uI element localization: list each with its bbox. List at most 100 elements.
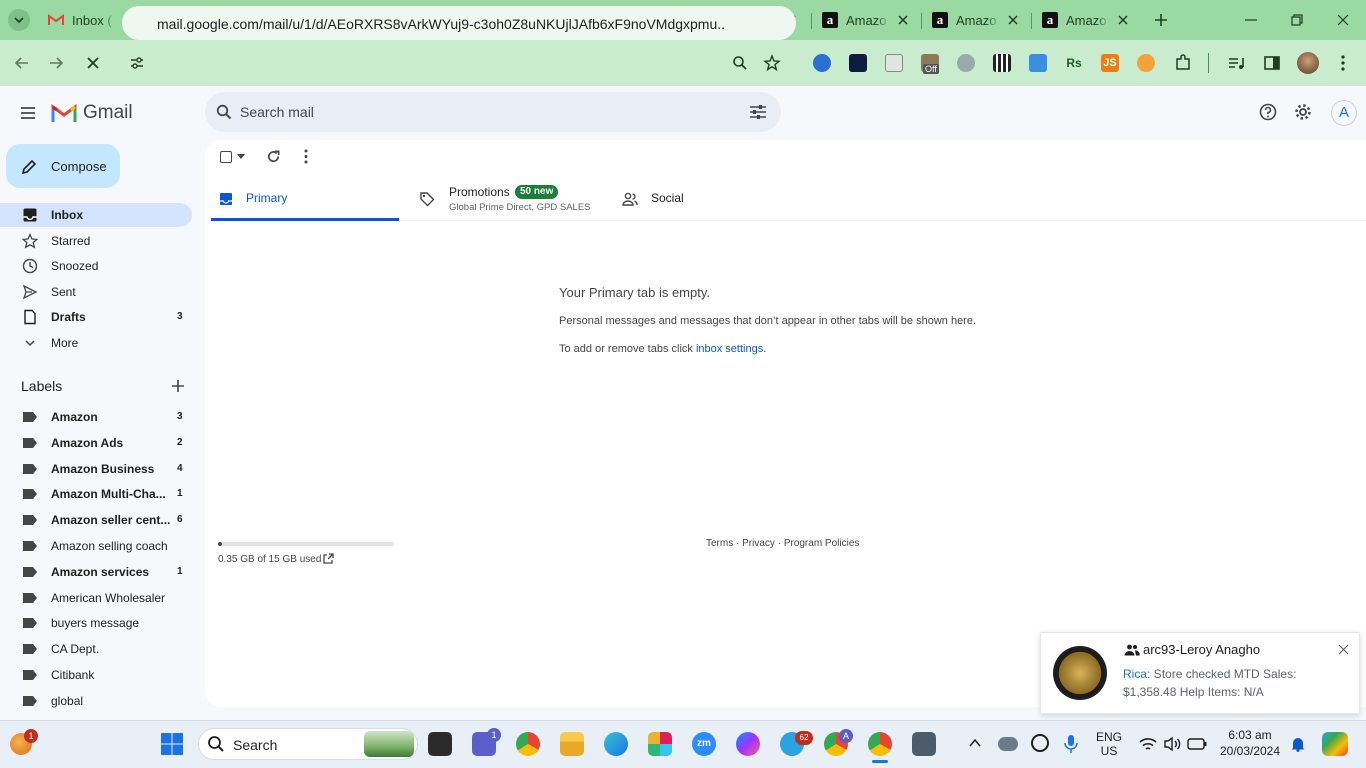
label-tag-icon: [22, 488, 38, 504]
onedrive-icon[interactable]: [998, 737, 1018, 751]
browser-tab[interactable]: a Amazo: [1032, 6, 1140, 34]
gmail-logo-icon[interactable]: [51, 103, 77, 123]
browser-tab[interactable]: a Amazo: [922, 6, 1030, 34]
stop-loading-icon[interactable]: [85, 55, 101, 71]
file-explorer-icon[interactable]: [560, 732, 584, 756]
bookmark-star-icon[interactable]: [763, 54, 781, 72]
site-info-icon[interactable]: [129, 55, 145, 71]
footer-separator: ·: [774, 538, 784, 549]
tray-overflow-icon[interactable]: [969, 738, 981, 748]
label-name: Amazon Multi-Cha...: [51, 487, 166, 502]
settings-gear-icon[interactable]: [1294, 103, 1312, 121]
notification-close-icon[interactable]: [1338, 644, 1349, 655]
chevron-down-icon: [22, 335, 38, 351]
tab-title: Amazo: [956, 12, 997, 28]
task-view-icon[interactable]: [428, 732, 452, 756]
extension-rs-icon[interactable]: Rs: [1065, 54, 1083, 72]
extensions-puzzle-icon[interactable]: [1174, 54, 1192, 72]
promotions-new-badge: 50 new: [515, 185, 559, 199]
close-tab-icon[interactable]: [1006, 13, 1020, 27]
chrome-active-icon[interactable]: [868, 732, 892, 756]
label-name: Amazon Ads: [51, 435, 124, 450]
browser-menu-icon[interactable]: [1335, 54, 1351, 72]
edge-icon[interactable]: [604, 732, 628, 756]
clock[interactable]: 6:03 am 20/03/2024: [1212, 728, 1288, 758]
back-icon[interactable]: [14, 55, 30, 71]
url-text[interactable]: mail.google.com/mail/u/1/d/AEoRXRS8vArkW…: [157, 16, 725, 32]
storage-bar-fill: [218, 542, 222, 546]
label-tag-icon: [22, 566, 38, 582]
help-icon[interactable]: [1259, 103, 1277, 121]
search-highlight-image: [364, 731, 414, 757]
gmail-icon: [48, 12, 64, 28]
browser-profile-avatar[interactable]: [1297, 52, 1319, 74]
search-icon[interactable]: [216, 104, 232, 120]
extension-image-icon[interactable]: [1029, 54, 1047, 72]
tab-search-button[interactable]: [8, 9, 30, 31]
refresh-icon[interactable]: [266, 149, 281, 164]
open-external-icon[interactable]: [322, 553, 334, 565]
select-dropdown-icon[interactable]: [237, 154, 245, 160]
forward-icon[interactable]: [48, 55, 64, 71]
storage-usage-text: 0.35 GB of 15 GB used: [218, 554, 322, 565]
close-window-icon[interactable]: [1335, 12, 1351, 28]
extension-palette-icon[interactable]: [885, 54, 903, 72]
close-tab-icon[interactable]: [896, 13, 910, 27]
tag-icon: [420, 192, 435, 207]
browser-tab[interactable]: a Amazo: [812, 6, 920, 34]
notification-bell-icon[interactable]: [1290, 736, 1306, 752]
search-options-icon[interactable]: [749, 104, 767, 120]
battery-icon[interactable]: [1187, 737, 1207, 751]
select-all-checkbox[interactable]: [220, 151, 232, 163]
microphone-icon[interactable]: [1064, 734, 1078, 754]
messenger-icon[interactable]: [736, 732, 760, 756]
inbox-settings-link[interactable]: inbox settings: [696, 343, 763, 355]
notification-sender: Rica: [1123, 667, 1148, 681]
toolbar-separator: [1208, 53, 1209, 73]
account-avatar[interactable]: A: [1331, 100, 1357, 126]
extension-js-icon[interactable]: JS: [1101, 54, 1119, 72]
extension-orange-icon[interactable]: [1137, 54, 1155, 72]
add-label-icon[interactable]: [171, 379, 185, 393]
media-control-icon[interactable]: [1227, 54, 1245, 72]
input-language[interactable]: ENG US: [1094, 730, 1124, 758]
label-tag-icon: [22, 617, 38, 633]
privacy-link[interactable]: Privacy: [742, 538, 775, 549]
label-name: buyers message: [51, 616, 140, 631]
close-tab-icon[interactable]: [1116, 13, 1130, 27]
teams-badge: 1: [487, 728, 501, 742]
slack-icon[interactable]: [648, 732, 672, 756]
label-tag-icon: [22, 669, 38, 685]
search-input[interactable]: Search mail: [240, 104, 314, 120]
terms-link[interactable]: Terms: [706, 538, 733, 549]
new-tab-icon[interactable]: [1154, 13, 1168, 27]
label-name: Amazon services: [51, 564, 150, 579]
amazon-icon: a: [1042, 12, 1058, 28]
minimize-icon[interactable]: [1243, 12, 1259, 28]
widget-badge: 1: [24, 729, 38, 743]
zoom-search-icon[interactable]: [732, 55, 748, 71]
wifi-icon[interactable]: [1139, 736, 1157, 752]
more-actions-icon[interactable]: [302, 149, 310, 164]
sync-icon[interactable]: [1031, 734, 1049, 752]
main-menu-icon[interactable]: [19, 104, 37, 122]
extension-globe-icon[interactable]: [957, 54, 975, 72]
copilot-icon[interactable]: [1322, 732, 1348, 756]
chrome-icon[interactable]: [516, 732, 540, 756]
extension-translate-icon[interactable]: [813, 54, 831, 72]
tab-primary[interactable]: [211, 180, 399, 221]
volume-icon[interactable]: [1163, 736, 1181, 752]
calculator-icon[interactable]: [912, 732, 936, 756]
main-panel: [205, 140, 1366, 707]
program-policies-link[interactable]: Program Policies: [784, 538, 860, 549]
restore-icon[interactable]: [1289, 12, 1305, 28]
side-panel-icon[interactable]: [1263, 54, 1281, 72]
extension-chart-icon[interactable]: [849, 54, 867, 72]
zoom-icon[interactable]: zm: [692, 732, 716, 756]
extension-qr-icon[interactable]: [993, 54, 1011, 72]
tab-social[interactable]: [610, 180, 800, 221]
clock-date: 20/03/2024: [1219, 744, 1281, 758]
label-name: American Wholesaler: [51, 590, 166, 605]
label-tag-icon: [22, 695, 38, 711]
windows-start-icon[interactable]: [160, 732, 184, 756]
